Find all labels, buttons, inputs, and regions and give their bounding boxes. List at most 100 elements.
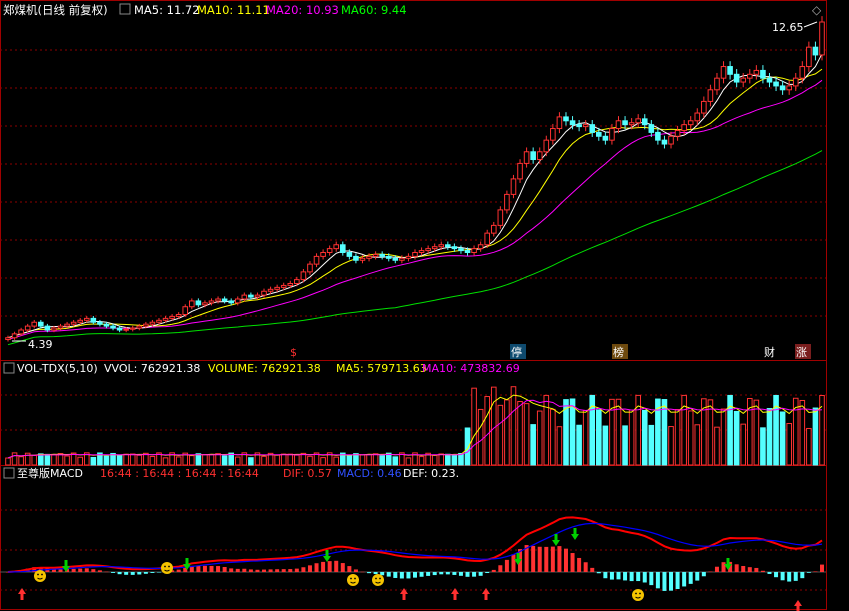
volume-bar [484, 396, 491, 466]
volume-bar [11, 452, 18, 466]
volume-bar [733, 410, 740, 466]
candle-body [90, 317, 97, 323]
macd-bar [734, 564, 739, 572]
candle-body [51, 327, 57, 331]
candle-body [641, 118, 648, 126]
volume-bar [129, 453, 136, 466]
macd-bar [196, 565, 201, 572]
volume-bar [740, 423, 747, 466]
volume-bar [536, 410, 543, 466]
volume-bar [569, 398, 576, 466]
volume-label: VOLUME: 762921.38 [208, 362, 321, 375]
candle-body [24, 325, 31, 331]
volume-bar [576, 424, 582, 466]
candle-body [530, 151, 536, 161]
smiley-icon [34, 570, 46, 582]
candle-body [307, 263, 313, 273]
candle-body [110, 325, 116, 329]
volume-bar [123, 453, 129, 466]
candle-body [116, 327, 123, 331]
candle-body [221, 298, 228, 302]
candle-body [241, 294, 248, 300]
volume-bar [720, 408, 727, 466]
macd-bar [117, 572, 122, 575]
volume-bar [261, 455, 267, 466]
diamond-icon[interactable]: ◇ [812, 3, 822, 17]
candle-body [445, 244, 451, 248]
ma10-line [7, 68, 823, 339]
volume-bar [116, 454, 123, 466]
candle-body [294, 279, 300, 285]
event-marker-rise[interactable]: 涨 [796, 346, 807, 359]
macd-bar [747, 567, 752, 572]
volume-bar [471, 387, 477, 466]
high-price-label: 12.65 [772, 21, 804, 34]
macd-bar [570, 553, 575, 572]
volume-bar [753, 399, 760, 466]
buy-arrow-icon [18, 588, 26, 600]
candle-body [602, 135, 609, 141]
volume-bar [287, 453, 294, 466]
collapse-icon[interactable] [119, 3, 131, 15]
candle-body [589, 124, 596, 133]
smiley-icon [161, 562, 173, 574]
macd-bar [314, 563, 319, 572]
candle-body [162, 317, 169, 321]
macd-bar [616, 572, 621, 580]
macd-collapse-icon[interactable] [3, 467, 15, 479]
volume-bar [714, 426, 720, 466]
candle-body [215, 298, 221, 302]
vol-collapse-icon[interactable] [3, 362, 15, 374]
macd-bar [820, 564, 824, 572]
macd-bar [321, 561, 326, 572]
ma5-line [7, 53, 823, 339]
candle-body [287, 283, 294, 286]
candle-body [707, 89, 714, 102]
event-marker-suspend[interactable]: 停 [511, 345, 522, 359]
candle-body [497, 209, 504, 226]
event-marker-finance[interactable]: 财 [764, 345, 775, 359]
macd-bar [682, 572, 687, 587]
candle-body [517, 162, 523, 180]
candle-body [431, 246, 438, 250]
candle-body [267, 288, 274, 292]
macd-bar [262, 569, 267, 572]
macd-bar [721, 562, 726, 572]
candle-body [202, 302, 208, 306]
macd-bar [386, 572, 391, 577]
candle-body [97, 321, 103, 325]
smiley-icon-eye [379, 577, 381, 580]
macd-bar [774, 572, 779, 578]
candle-body [471, 248, 477, 254]
volume-bar [31, 454, 38, 466]
vol-ma5-label: MA5: 579713.63 [336, 362, 427, 375]
volume-bar [202, 454, 208, 466]
candle-body [674, 129, 681, 137]
macd-bar [714, 566, 719, 572]
candle-body [38, 321, 44, 327]
panel-frames [0, 0, 827, 610]
volume-bar [353, 453, 359, 466]
volume-bar [221, 455, 228, 466]
stock-chart[interactable]: 郑煤机(日线 前复权) MA5: 11.72 MA10: 11.11 MA20:… [0, 0, 849, 611]
volume-bar [622, 425, 628, 466]
macd-bar [491, 569, 496, 572]
ma10-label: MA10: 11.11 [197, 3, 270, 17]
macd-bar [557, 546, 562, 572]
macd-bar [130, 572, 135, 575]
candle-body [773, 81, 779, 87]
macd-bar [445, 572, 450, 575]
candle-body [556, 116, 563, 130]
event-marker-list[interactable]: 榜 [613, 345, 624, 359]
volume-bar [162, 457, 169, 466]
candle-body [760, 69, 766, 79]
macd-bar [71, 568, 76, 572]
event-marker-dividend[interactable]: $ [290, 346, 297, 359]
volume-bar [497, 404, 504, 466]
candle-body [543, 139, 550, 153]
volume-bar [530, 424, 536, 466]
macd-bar [458, 572, 463, 576]
candle-body [635, 118, 641, 124]
dif-label: DIF: 0.57 [283, 467, 332, 480]
candle-body [280, 284, 287, 288]
